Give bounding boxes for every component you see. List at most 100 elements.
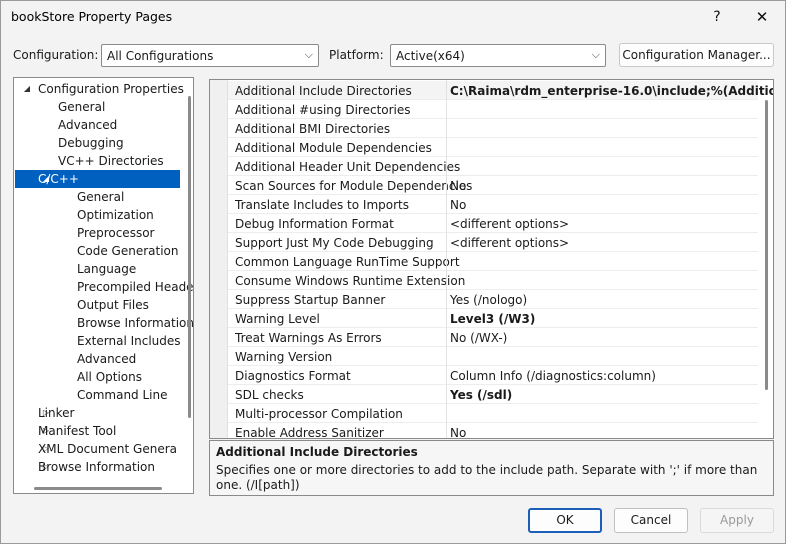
property-name: Additional #using Directories <box>235 103 411 117</box>
property-value[interactable]: No (/WX-) <box>450 331 507 345</box>
tree-item-label: Configuration Properties <box>38 82 184 96</box>
tree-item-label: XML Document Genera <box>38 442 178 456</box>
tree-item[interactable]: General <box>15 188 180 206</box>
collapse-arrow-icon[interactable]: ◢ <box>22 80 32 98</box>
property-name: Diagnostics Format <box>235 369 351 383</box>
cancel-button[interactable]: Cancel <box>614 508 688 533</box>
property-row[interactable]: Suppress Startup Banner Yes (/nologo) <box>228 290 758 309</box>
property-row[interactable]: SDL checks Yes (/sdl) <box>228 385 758 404</box>
tree-item-label: Optimization <box>77 208 154 222</box>
property-value[interactable]: Yes (/nologo) <box>450 293 527 307</box>
window-title: bookStore Property Pages <box>11 9 173 24</box>
property-name: Additional Include Directories <box>235 84 412 98</box>
tree-item-label: All Options <box>77 370 142 384</box>
tree-item-label: Language <box>77 262 137 276</box>
property-name: SDL checks <box>235 388 304 402</box>
property-pages-dialog: bookStore Property Pages ? ✕ Configurati… <box>0 0 786 544</box>
tree-item[interactable]: VC++ Directories <box>15 152 180 170</box>
property-row[interactable]: Common Language RunTime Support <box>228 252 758 271</box>
property-row[interactable]: Scan Sources for Module Dependencies No <box>228 176 758 195</box>
tree-item[interactable]: ◢ Configuration Properties <box>15 80 184 98</box>
tree-item[interactable]: Preprocessor <box>15 224 180 242</box>
title-bar[interactable]: bookStore Property Pages ? ✕ <box>1 1 785 33</box>
property-name: Debug Information Format <box>235 217 394 231</box>
property-value[interactable]: <different options> <box>450 236 569 250</box>
tree-horizontal-scrollbar[interactable] <box>34 487 162 490</box>
tree-item-label: Advanced <box>77 352 137 366</box>
property-value[interactable]: C:\Raima\rdm_enterprise-16.0\include;%(A… <box>450 84 773 98</box>
tree-item[interactable]: Output Files <box>15 296 180 314</box>
property-row[interactable]: Translate Includes to Imports No <box>228 195 758 214</box>
property-name: Scan Sources for Module Dependencies <box>235 179 473 193</box>
property-name: Additional Module Dependencies <box>235 141 432 155</box>
property-grid[interactable]: Additional Include Directories C:\Raima\r… <box>209 79 774 439</box>
tree-item-label: Manifest Tool <box>38 424 117 438</box>
property-name: Enable Address Sanitizer <box>235 426 384 439</box>
property-value[interactable]: Level3 (/W3) <box>450 312 535 326</box>
tree-item-label: General <box>58 100 106 114</box>
description-text: Specifies one or more directories to add… <box>216 463 758 492</box>
description-title: Additional Include Directories <box>216 445 418 459</box>
tree-item[interactable]: Advanced <box>15 350 180 368</box>
tree-item[interactable]: Command Line <box>15 386 180 404</box>
tree-item[interactable]: External Includes <box>15 332 181 350</box>
property-name: Multi-processor Compilation <box>235 407 403 421</box>
property-value[interactable]: Column Info (/diagnostics:column) <box>450 369 656 383</box>
configuration-dropdown[interactable]: All Configurations ⌵ <box>101 44 319 67</box>
column-divider[interactable] <box>446 80 447 438</box>
property-value[interactable]: No <box>450 426 466 438</box>
tree-item[interactable]: ▷ Manifest Tool <box>15 422 180 440</box>
tree-vertical-scrollbar[interactable] <box>188 96 191 418</box>
tree-item[interactable]: ▷ Linker <box>15 404 180 422</box>
property-row[interactable]: Support Just My Code Debugging <different… <box>228 233 758 252</box>
ok-button[interactable]: OK <box>528 508 602 533</box>
tree-item[interactable]: Advanced <box>15 116 180 134</box>
close-button[interactable]: ✕ <box>740 1 784 33</box>
platform-label: Platform: <box>329 48 384 62</box>
property-row[interactable]: Additional BMI Directories <box>228 119 758 138</box>
configuration-manager-button[interactable]: Configuration Manager... <box>619 43 774 67</box>
tree-item-label: Linker <box>38 406 75 420</box>
property-row[interactable]: Warning Version <box>228 347 758 366</box>
tree-item[interactable]: ▷ Browse Information <box>15 458 180 476</box>
property-row[interactable]: Treat Warnings As Errors No (/WX-) <box>228 328 758 347</box>
property-row[interactable]: Additional Module Dependencies <box>228 138 758 157</box>
tree-item-label: Precompiled Heade <box>77 280 194 294</box>
tree-item-label: External Includes <box>77 334 181 348</box>
property-row[interactable]: Additional Include Directories C:\Raima\r… <box>228 81 773 100</box>
tree-item[interactable]: Optimization <box>15 206 180 224</box>
tree-item[interactable]: Precompiled Heade <box>15 278 193 296</box>
settings-tree[interactable]: ◢ Configuration Properties General Advanced… <box>13 77 194 494</box>
property-row[interactable]: Consume Windows Runtime Extension <box>228 271 758 290</box>
property-row[interactable]: Warning Level Level3 (/W3) <box>228 309 758 328</box>
tree-item[interactable]: Language <box>15 260 180 278</box>
property-value[interactable]: No <box>450 179 466 193</box>
grid-vertical-scrollbar[interactable] <box>765 100 768 390</box>
property-value[interactable]: <different options> <box>450 217 569 231</box>
tree-item[interactable]: ◢ C/C++ <box>15 170 180 188</box>
property-row[interactable]: Enable Address Sanitizer No <box>228 423 758 439</box>
property-row[interactable]: Additional Header Unit Dependencies <box>228 157 758 176</box>
configuration-label: Configuration: <box>13 48 99 62</box>
tree-item-label: Advanced <box>58 118 118 132</box>
help-button[interactable]: ? <box>695 1 739 33</box>
property-value[interactable]: No <box>450 198 466 212</box>
tree-item-label: Browse Information <box>38 460 155 474</box>
property-name: Consume Windows Runtime Extension <box>235 274 466 288</box>
property-name: Support Just My Code Debugging <box>235 236 434 250</box>
tree-item[interactable]: ▷ XML Document Genera <box>15 440 180 458</box>
property-value[interactable]: Yes (/sdl) <box>450 388 512 402</box>
tree-item[interactable]: Browse Information <box>15 314 193 332</box>
tree-item[interactable]: Code Generation <box>15 242 180 260</box>
property-name: Warning Level <box>235 312 320 326</box>
tree-item[interactable]: All Options <box>15 368 180 386</box>
chevron-down-icon: ⌵ <box>304 48 313 61</box>
property-row[interactable]: Multi-processor Compilation <box>228 404 758 423</box>
property-row[interactable]: Additional #using Directories <box>228 100 758 119</box>
platform-dropdown[interactable]: Active(x64) ⌵ <box>390 44 606 67</box>
property-row[interactable]: Debug Information Format <different optio… <box>228 214 758 233</box>
tree-item[interactable]: General <box>15 98 180 116</box>
tree-item[interactable]: Debugging <box>15 134 180 152</box>
property-row[interactable]: Diagnostics Format Column Info (/diagnost… <box>228 366 758 385</box>
apply-button[interactable]: Apply <box>700 508 774 533</box>
